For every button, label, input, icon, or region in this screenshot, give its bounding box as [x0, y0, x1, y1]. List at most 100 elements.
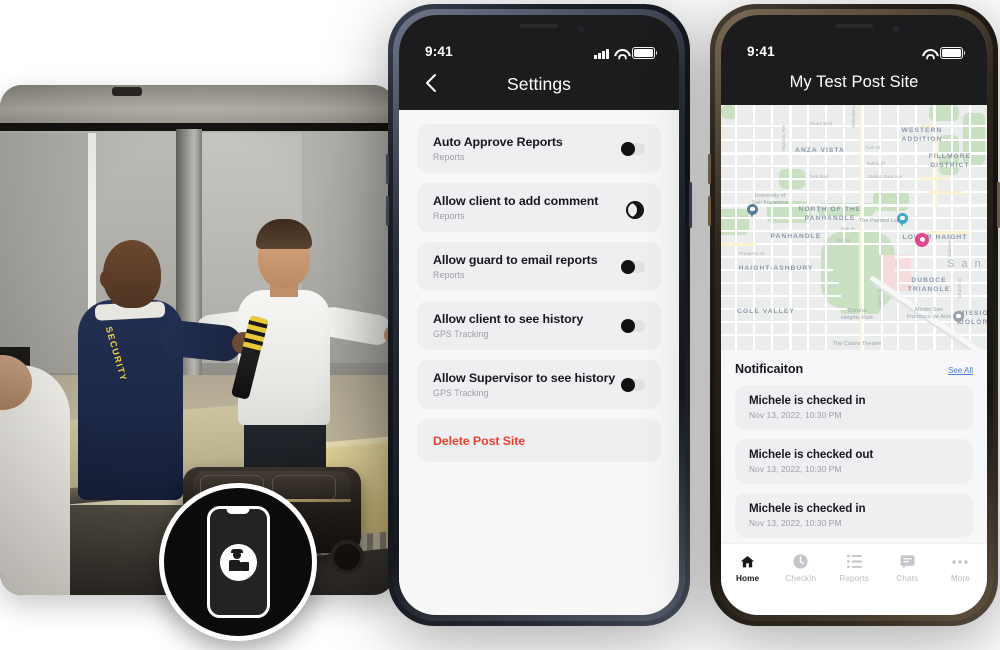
notification-item[interactable]: Michele is checked in Nov 13, 2022, 10:3… [735, 385, 973, 430]
setting-toggle[interactable] [621, 318, 645, 333]
map-road [879, 105, 881, 255]
notification-time: Nov 13, 2022, 10:30 PM [749, 518, 842, 528]
chevron-left-icon[interactable] [419, 70, 445, 96]
setting-text: Allow client to add comment Reports [433, 194, 622, 222]
front-camera [578, 26, 584, 32]
setting-subtitle: GPS Tracking [433, 329, 489, 340]
settings-phone-mockup: 9:41 Settings Auto Approve Reports Repor… [386, 4, 692, 626]
map-street-label: Dolores St [947, 235, 953, 257]
map-arterial [919, 177, 949, 180]
painted-ladies-pin[interactable] [897, 213, 908, 228]
setting-row-allow-client-comment[interactable]: Allow client to add comment Reports [417, 183, 661, 232]
setting-toggle[interactable] [622, 200, 645, 219]
tab-label: Home [736, 574, 760, 583]
home-phone-mockup: 9:41 My Test Post Site WESTERN ADDITION … [708, 4, 1000, 626]
map-view[interactable]: WESTERN ADDITION FILLMORE DISTRICT ANZA … [721, 105, 987, 350]
post-site-pin[interactable] [915, 233, 929, 252]
map-arterial [927, 191, 963, 194]
notification-item[interactable]: Michele is checked out Nov 13, 2022, 10:… [735, 439, 973, 484]
map-street-label: Castro St [877, 288, 883, 308]
tab-label: More [950, 574, 970, 583]
app-badge [159, 483, 317, 641]
tab-more[interactable]: More [934, 553, 987, 583]
tab-checkin[interactable]: CheckIn [774, 553, 827, 583]
map-city-label: S a n [947, 258, 983, 270]
map-road [721, 282, 839, 285]
map-street-label: Masonic Ave [781, 124, 787, 151]
guard-head-shape [233, 551, 241, 559]
map-street-label: Oak St [841, 226, 855, 231]
status-time: 9:41 [747, 44, 775, 59]
setting-row-allow-client-see-history[interactable]: Allow client to see history GPS Tracking [417, 301, 661, 350]
setting-title: Allow client to see history [433, 311, 584, 326]
map-district-label: HAIGHT-ASHBURY [738, 265, 814, 272]
badge-phone-icon [206, 506, 270, 618]
map-street-label: Fell St [837, 238, 851, 243]
tab-home[interactable]: Home [721, 553, 774, 583]
setting-text: Allow client to see history GPS Tracking [433, 312, 622, 340]
battery-icon [632, 46, 658, 59]
setting-toggle[interactable] [621, 259, 645, 274]
mission-pin[interactable] [953, 311, 964, 326]
setting-subtitle: Reports [433, 211, 465, 222]
volume-up-button[interactable] [708, 154, 711, 184]
map-arterial [935, 137, 938, 207]
status-icons [594, 46, 658, 59]
status-time: 9:41 [425, 44, 453, 59]
volume-down-button[interactable] [386, 196, 389, 226]
wifi-icon [922, 49, 935, 59]
tab-label: Reports [839, 574, 869, 583]
clock-icon [792, 553, 809, 570]
see-all-link[interactable]: See All [948, 366, 973, 375]
setting-row-auto-approve-reports[interactable]: Auto Approve Reports Reports [417, 124, 661, 173]
settings-screen: 9:41 Settings Auto Approve Reports Repor… [399, 15, 679, 615]
front-camera [893, 26, 899, 32]
map-district-label: FILLMORE DISTRICT [928, 153, 972, 169]
notifications-header: Notificaiton See All [735, 362, 973, 376]
page-title: My Test Post Site [789, 72, 919, 91]
home-navbar: 9:41 My Test Post Site [721, 15, 987, 105]
notification-title: Michele is checked in [749, 502, 866, 515]
badge-phone-notch [226, 508, 250, 514]
setting-row-allow-supervisor-see-history[interactable]: Allow Supervisor to see history GPS Trac… [417, 360, 661, 409]
map-arterial [721, 243, 755, 246]
notifications-title: Notificaiton [735, 362, 804, 376]
volume-up-button[interactable] [386, 154, 389, 184]
setting-toggle[interactable] [621, 377, 645, 392]
settings-nav-row: Settings [399, 67, 679, 101]
tab-reports[interactable]: Reports [827, 553, 880, 583]
map-place-label: The Castro Theatre [832, 341, 882, 347]
signal-icon [594, 49, 609, 59]
delete-post-site-label: Delete Post Site [433, 433, 526, 448]
home-screen: 9:41 My Test Post Site WESTERN ADDITION … [721, 15, 987, 615]
list-icon [846, 553, 863, 570]
setting-subtitle: Reports [433, 270, 465, 281]
delete-post-site-button[interactable]: Delete Post Site [417, 419, 661, 462]
tab-label: CheckIn [785, 574, 817, 583]
setting-title: Auto Approve Reports [433, 134, 563, 149]
map-street-label: Frederick St [739, 251, 765, 256]
earpiece-speaker [520, 24, 558, 28]
notification-title: Michele is checked in [749, 394, 866, 407]
guard-torso-shape [229, 560, 240, 571]
university-pin[interactable] [747, 204, 758, 219]
notification-item[interactable]: Michele is checked in Nov 13, 2022, 10:3… [735, 493, 973, 538]
home-icon [739, 553, 756, 570]
setting-text: Allow Supervisor to see history GPS Trac… [433, 371, 622, 399]
tab-label: Chats [896, 574, 919, 583]
volume-down-button[interactable] [708, 196, 711, 226]
tab-chats[interactable]: Chats [881, 553, 934, 583]
notification-time: Nov 13, 2022, 10:30 PM [749, 410, 842, 420]
wifi-icon [614, 49, 627, 59]
setting-text: Auto Approve Reports Reports [433, 135, 622, 163]
guard-icon [226, 549, 250, 573]
setting-row-allow-guard-email-reports[interactable]: Allow guard to email reports Reports [417, 242, 661, 291]
setting-toggle[interactable] [621, 141, 645, 156]
map-street-label: Golden Gate Ave [867, 174, 903, 179]
map-street-label: Divisadero St [851, 105, 857, 128]
device-notch [779, 15, 929, 44]
power-button[interactable] [689, 182, 692, 228]
map-road [825, 105, 828, 350]
setting-title: Allow Supervisor to see history [433, 370, 616, 385]
notification-title: Michele is checked out [749, 448, 874, 461]
